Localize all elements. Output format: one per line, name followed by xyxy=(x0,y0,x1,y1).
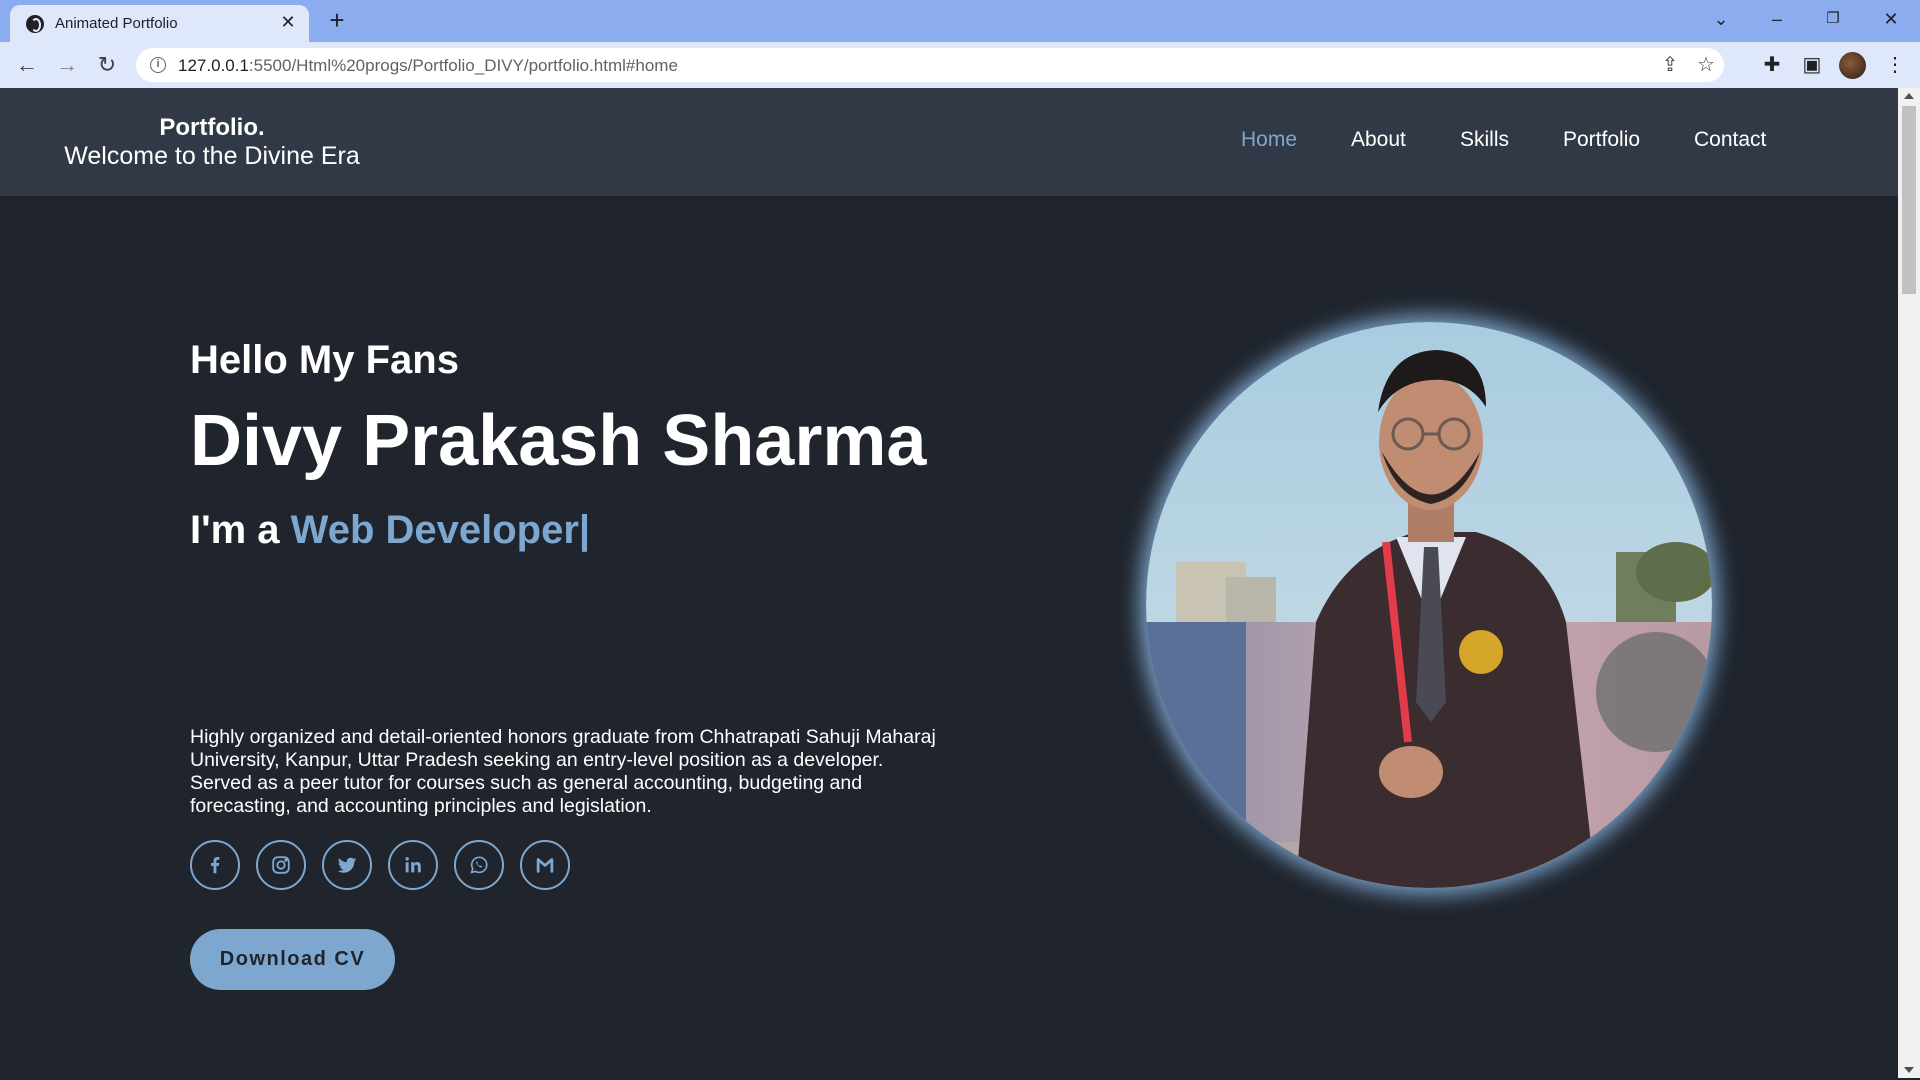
logo-subtitle: Welcome to the Divine Era xyxy=(64,142,360,170)
browser-tab-strip: Animated Portfolio ✕ + ⌄ – ❐ ✕ xyxy=(0,0,1920,42)
page-scrollbar[interactable] xyxy=(1898,88,1920,1078)
browser-tab[interactable]: Animated Portfolio ✕ xyxy=(10,5,309,42)
forward-arrow-icon[interactable]: → xyxy=(52,50,82,80)
back-arrow-icon[interactable]: ← xyxy=(12,50,42,80)
site-info-icon[interactable]: i xyxy=(150,57,166,73)
portfolio-page: Portfolio. Welcome to the Divine Era Hom… xyxy=(0,88,1898,1078)
name-heading: Divy Prakash Sharma xyxy=(190,401,927,481)
nav-home[interactable]: Home xyxy=(1241,128,1297,152)
scroll-down-arrow-icon[interactable] xyxy=(1904,1067,1914,1073)
profile-photo xyxy=(1146,322,1712,888)
nav-portfolio[interactable]: Portfolio xyxy=(1563,128,1640,152)
scroll-up-arrow-icon[interactable] xyxy=(1904,93,1914,99)
facebook-icon[interactable] xyxy=(190,840,240,890)
close-window-icon[interactable]: ✕ xyxy=(1876,6,1906,32)
role-heading: I'm a Web Developer| xyxy=(190,508,590,553)
profile-avatar[interactable] xyxy=(1839,52,1866,79)
browser-toolbar: ← → ↻ i 127.0.0.1:5500/Html%20progs/Port… xyxy=(0,42,1920,88)
bookmark-star-icon[interactable]: ☆ xyxy=(1694,53,1718,77)
gmail-icon[interactable] xyxy=(520,840,570,890)
url-host: 127.0.0.1 xyxy=(178,56,249,75)
scrollbar-thumb[interactable] xyxy=(1902,106,1916,294)
linkedin-icon[interactable] xyxy=(388,840,438,890)
url-path: :5500/Html%20progs/Portfolio_DIVY/portfo… xyxy=(248,56,678,75)
close-tab-icon[interactable]: ✕ xyxy=(277,11,299,33)
address-bar[interactable]: i 127.0.0.1:5500/Html%20progs/Portfolio_… xyxy=(136,48,1724,82)
extensions-puzzle-icon[interactable]: ✚ xyxy=(1757,50,1787,80)
twitter-icon[interactable] xyxy=(322,840,372,890)
restore-icon[interactable]: ❐ xyxy=(1818,6,1848,32)
bio-paragraph: Highly organized and detail-oriented hon… xyxy=(190,726,936,817)
nav-about[interactable]: About xyxy=(1351,128,1406,152)
side-panel-icon[interactable]: ▣ xyxy=(1797,50,1827,80)
nav-contact[interactable]: Contact xyxy=(1694,128,1766,152)
globe-icon xyxy=(26,15,44,33)
minimize-icon[interactable]: – xyxy=(1762,6,1792,32)
greeting-heading: Hello My Fans xyxy=(190,338,459,382)
new-tab-icon[interactable]: + xyxy=(324,7,350,34)
instagram-icon[interactable] xyxy=(256,840,306,890)
site-logo[interactable]: Portfolio. Welcome to the Divine Era xyxy=(62,114,362,170)
role-typed-text: Web Developer| xyxy=(290,508,591,552)
nav-skills[interactable]: Skills xyxy=(1460,128,1509,152)
menu-kebab-icon[interactable]: ⋮ xyxy=(1880,50,1910,80)
share-icon[interactable]: ⇪ xyxy=(1658,53,1682,77)
tab-search-icon[interactable]: ⌄ xyxy=(1706,6,1736,32)
logo-title: Portfolio. xyxy=(159,114,265,141)
download-cv-button[interactable]: Download CV xyxy=(190,929,395,990)
url-text[interactable]: 127.0.0.1:5500/Html%20progs/Portfolio_DI… xyxy=(178,56,678,76)
whatsapp-icon[interactable] xyxy=(454,840,504,890)
tab-title: Animated Portfolio xyxy=(55,15,178,32)
reload-icon[interactable]: ↻ xyxy=(92,50,122,80)
site-header: Portfolio. Welcome to the Divine Era Hom… xyxy=(0,88,1898,196)
role-prefix: I'm a xyxy=(190,508,291,552)
